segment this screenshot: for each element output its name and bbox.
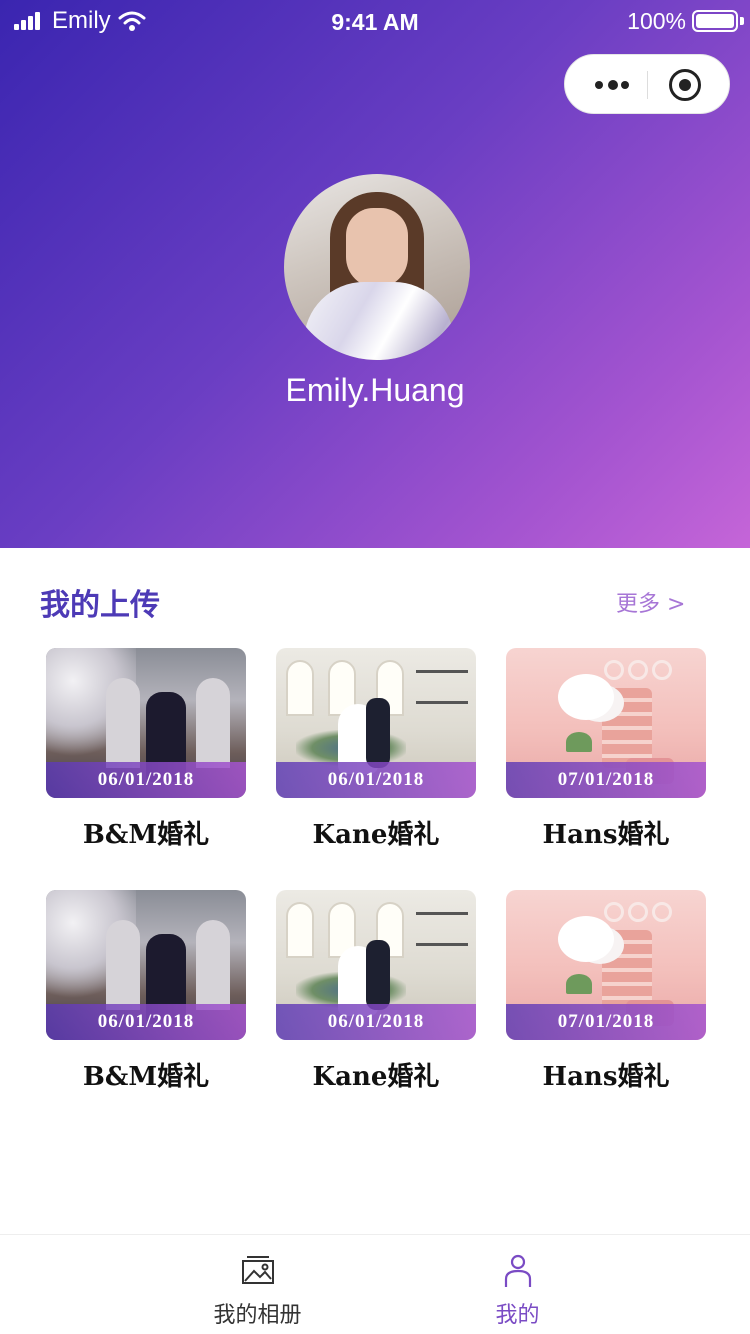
upload-card[interactable]: 07/01/2018 Hans婚礼 (506, 648, 706, 851)
album-date: 06/01/2018 (46, 1004, 246, 1040)
more-link[interactable]: 更多 > (616, 586, 685, 618)
tab-bar: 我的相册 我的 (0, 1234, 750, 1334)
album-date: 07/01/2018 (506, 1004, 706, 1040)
section-title-uploads: 我的上传 (40, 588, 160, 623)
profile-header: Emily 9:41 AM 100% Emily.Huang (0, 0, 750, 548)
battery-percentage: 100% (627, 8, 686, 34)
album-name: B&M婚礼 (82, 1062, 210, 1092)
album-date: 06/01/2018 (276, 1004, 476, 1040)
capsule-divider (647, 71, 648, 99)
battery-icon (692, 10, 738, 32)
album-name: B&M婚礼 (82, 820, 210, 850)
close-target-icon[interactable] (669, 69, 701, 101)
upload-card[interactable]: 07/01/2018 Hans婚礼 (506, 890, 706, 1093)
album-date: 07/01/2018 (506, 762, 706, 798)
upload-card[interactable]: 06/01/2018 Kane婚礼 (276, 890, 476, 1093)
album-thumbnail[interactable]: 07/01/2018 (506, 890, 706, 1040)
upload-card[interactable]: 06/01/2018 B&M婚礼 (46, 890, 246, 1093)
status-bar: Emily 9:41 AM 100% (0, 0, 750, 44)
album-date: 06/01/2018 (46, 762, 246, 798)
album-thumbnail[interactable]: 07/01/2018 (506, 648, 706, 798)
album-thumbnail[interactable]: 06/01/2018 (276, 890, 476, 1040)
mini-program-capsule (564, 54, 730, 114)
album-thumbnail[interactable]: 06/01/2018 (46, 648, 246, 798)
avatar[interactable] (284, 174, 470, 360)
tab-label: 我的 (495, 1303, 540, 1328)
album-date: 06/01/2018 (276, 762, 476, 798)
upload-card[interactable]: 06/01/2018 B&M婚礼 (46, 648, 246, 851)
album-thumbnail[interactable]: 06/01/2018 (46, 890, 246, 1040)
photo-album-icon (242, 1256, 274, 1284)
album-name: Kane婚礼 (312, 820, 440, 850)
album-thumbnail[interactable]: 06/01/2018 (276, 648, 476, 798)
tab-me[interactable]: 我的 (330, 1235, 705, 1334)
album-name: Hans婚礼 (542, 820, 670, 850)
album-name: Hans婚礼 (542, 1062, 670, 1092)
username: Emily.Huang (285, 372, 465, 408)
more-dots-icon[interactable] (595, 80, 629, 91)
upload-card[interactable]: 06/01/2018 Kane婚礼 (276, 648, 476, 851)
profile-icon (504, 1254, 532, 1287)
album-name: Kane婚礼 (312, 1062, 440, 1092)
